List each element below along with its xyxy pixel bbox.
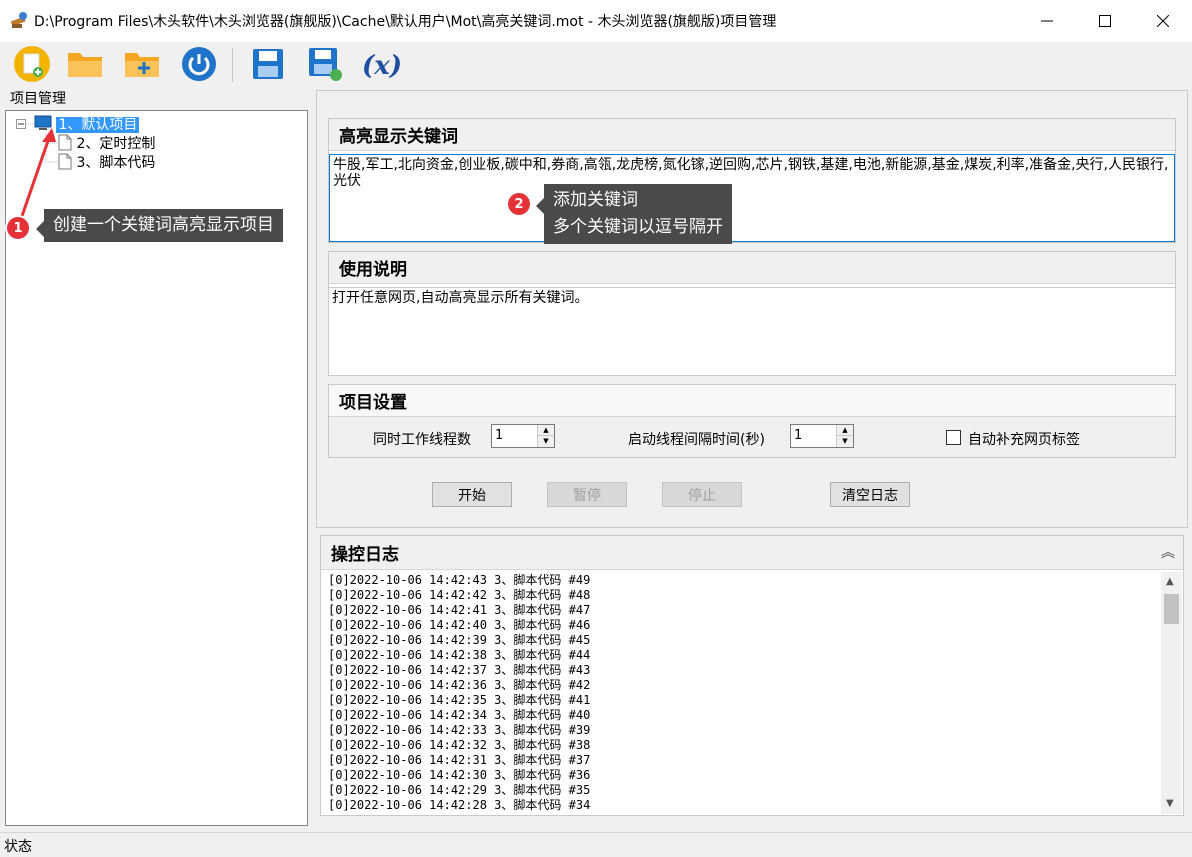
new-file-icon: [13, 45, 51, 87]
spin-up-icon[interactable]: ▲: [538, 425, 554, 436]
log-row: [0]2022-10-06 14:42:34 3、脚本代码 #40: [328, 708, 591, 722]
save-icon: [251, 47, 285, 85]
open-folder-icon: [66, 47, 104, 85]
spin-down-icon[interactable]: ▼: [837, 436, 853, 447]
log-row: [0]2022-10-06 14:42:39 3、脚本代码 #45: [328, 633, 591, 647]
log-row: [0]2022-10-06 14:42:41 3、脚本代码 #47: [328, 603, 591, 617]
threads-spinner[interactable]: 1 ▲ ▼: [491, 424, 555, 448]
minimize-button[interactable]: [1018, 0, 1076, 42]
log-list: [0]2022-10-06 14:42:43 3、脚本代码 #49 [0]2022…: [322, 572, 1162, 814]
spin-down-icon[interactable]: ▼: [538, 436, 554, 447]
annotation-callout-2: 添加关键词 多个关键词以逗号隔开: [544, 184, 732, 244]
toolbar: (x): [0, 42, 1192, 88]
power-icon: [181, 46, 217, 86]
stop-button[interactable]: 停止: [662, 482, 742, 507]
add-folder-button[interactable]: [122, 46, 162, 86]
tree-item-label: 3、脚本代码: [76, 155, 156, 171]
autofill-checkbox[interactable]: [946, 430, 961, 445]
annotation-badge-2: 2: [506, 191, 532, 217]
keywords-panel-title: 高亮显示关键词: [329, 119, 1175, 151]
document-icon: [58, 153, 72, 174]
tree-item-script-code[interactable]: 3、脚本代码: [58, 152, 155, 174]
maximize-button[interactable]: [1076, 0, 1134, 42]
log-row: [0]2022-10-06 14:42:31 3、脚本代码 #37: [328, 753, 591, 767]
tree-item-label: 1、默认项目: [56, 117, 140, 133]
status-bar: 状态: [0, 832, 1192, 857]
threads-value: 1: [495, 428, 504, 443]
callout-pointer: [36, 221, 44, 237]
keywords-panel: 高亮显示关键词 牛股,军工,北向资金,创业板,碳中和,券商,高瓴,龙虎榜,氮化镓…: [328, 118, 1176, 243]
annotation-badge-1: 1: [5, 215, 31, 241]
open-button[interactable]: [65, 46, 105, 86]
annotation-callout-2-line2: 多个关键词以逗号隔开: [553, 217, 723, 237]
log-row: [0]2022-10-06 14:42:42 3、脚本代码 #48: [328, 588, 591, 602]
spin-up-icon[interactable]: ▲: [837, 425, 853, 436]
monitor-icon: [34, 115, 52, 135]
settings-panel-title: 项目设置: [329, 385, 1175, 417]
pause-button[interactable]: 暂停: [547, 482, 627, 507]
start-button[interactable]: 开始: [432, 482, 512, 507]
log-row: [0]2022-10-06 14:42:40 3、脚本代码 #46: [328, 618, 591, 632]
log-panel: 操控日志 ︽ [0]2022-10-06 14:42:43 3、脚本代码 #49…: [320, 535, 1184, 816]
collapse-icon[interactable]: ︽: [1161, 542, 1175, 562]
log-row: [0]2022-10-06 14:42:32 3、脚本代码 #38: [328, 738, 591, 752]
log-row: [0]2022-10-06 14:42:36 3、脚本代码 #42: [328, 678, 591, 692]
save-as-button[interactable]: [305, 46, 345, 86]
log-row: [0]2022-10-06 14:42:38 3、脚本代码 #44: [328, 648, 591, 662]
tree-item-default-project[interactable]: 1、默认项目: [34, 114, 140, 135]
log-row: [0]2022-10-06 14:42:43 3、脚本代码 #49: [328, 573, 591, 587]
status-label: 状态: [4, 839, 32, 855]
power-button[interactable]: [179, 46, 219, 86]
variable-icon: (x): [361, 51, 403, 81]
usage-panel-title: 使用说明: [329, 252, 1175, 284]
add-folder-icon: [123, 47, 161, 85]
log-scrollbar[interactable]: ▲ ▼: [1161, 572, 1182, 814]
app-icon: [9, 10, 29, 30]
clear-log-button[interactable]: 清空日志: [830, 482, 910, 507]
annotation-callout-1: 创建一个关键词高亮显示项目: [44, 209, 283, 242]
annotation-callout-2-line1: 添加关键词: [553, 190, 638, 210]
new-project-button[interactable]: [12, 46, 52, 86]
usage-panel: 使用说明 打开任意网页,自动高亮显示所有关键词。: [328, 251, 1176, 376]
usage-text[interactable]: 打开任意网页,自动高亮显示所有关键词。: [329, 287, 1175, 375]
scroll-down-icon[interactable]: ▼: [1166, 798, 1174, 809]
save-button[interactable]: [248, 46, 288, 86]
scroll-thumb[interactable]: [1164, 594, 1179, 624]
window-title: D:\Program Files\木头软件\木头浏览器(旗舰版)\Cache\默…: [34, 14, 777, 30]
threads-label: 同时工作线程数: [373, 432, 471, 448]
log-row: [0]2022-10-06 14:42:37 3、脚本代码 #43: [328, 663, 591, 677]
project-manager-label: 项目管理: [10, 91, 66, 107]
interval-spinner[interactable]: 1 ▲ ▼: [790, 424, 854, 448]
keywords-input[interactable]: 牛股,军工,北向资金,创业板,碳中和,券商,高瓴,龙虎榜,氮化镓,逆回购,芯片,…: [329, 154, 1175, 242]
toolbar-separator: [232, 48, 233, 82]
tree-item-label: 2、定时控制: [76, 136, 156, 152]
interval-value: 1: [794, 428, 803, 443]
save-as-icon: [307, 46, 343, 86]
log-row: [0]2022-10-06 14:42:30 3、脚本代码 #36: [328, 768, 591, 782]
log-row: [0]2022-10-06 14:42:35 3、脚本代码 #41: [328, 693, 591, 707]
log-row: [0]2022-10-06 14:42:28 3、脚本代码 #34: [328, 798, 591, 812]
interval-label: 启动线程间隔时间(秒): [628, 432, 765, 448]
scroll-up-icon[interactable]: ▲: [1166, 576, 1174, 587]
autofill-label: 自动补充网页标签: [968, 432, 1080, 448]
title-bar: D:\Program Files\木头软件\木头浏览器(旗舰版)\Cache\默…: [0, 0, 1192, 42]
settings-panel: 项目设置 同时工作线程数 1 ▲ ▼ 启动线程间隔时间(秒) 1 ▲ ▼ 自动补充网…: [328, 384, 1176, 458]
callout-pointer: [536, 198, 544, 214]
log-panel-title: 操控日志: [321, 536, 1183, 570]
variable-button[interactable]: (x): [362, 46, 402, 86]
close-button[interactable]: [1134, 0, 1192, 42]
log-row: [0]2022-10-06 14:42:33 3、脚本代码 #39: [328, 723, 591, 737]
log-row: [0]2022-10-06 14:42:29 3、脚本代码 #35: [328, 783, 591, 797]
